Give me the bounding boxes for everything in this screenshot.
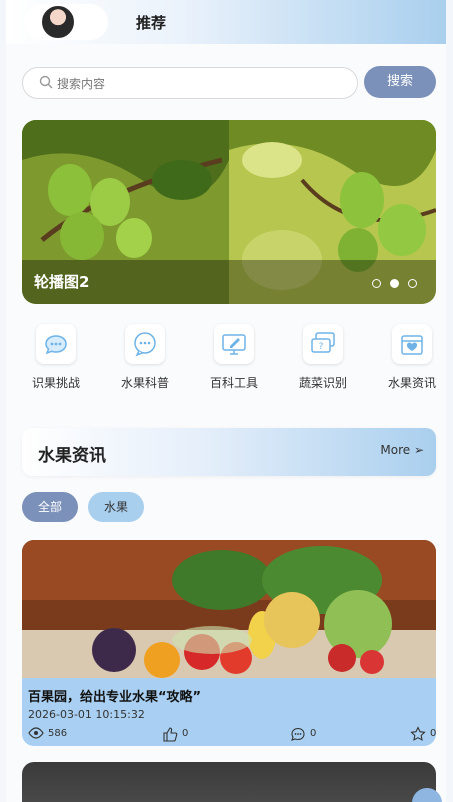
likes-stat[interactable]: 0	[162, 726, 202, 742]
favorites-count: 0	[430, 728, 436, 739]
chat-bubble-icon	[45, 335, 67, 355]
news-title: 百果园，给出专业水果“攻略”	[28, 690, 202, 705]
search-button[interactable]: 搜索	[364, 66, 436, 98]
monitor-edit-icon	[222, 334, 246, 355]
top-bar: 推荐	[6, 0, 446, 44]
star-icon	[410, 726, 426, 741]
news-image	[22, 540, 436, 678]
search-input[interactable]	[57, 74, 347, 94]
avatar[interactable]	[40, 4, 76, 40]
feature-encyclopedia[interactable]: 百科工具	[198, 322, 270, 392]
carousel-dot-3[interactable]	[408, 279, 417, 288]
carousel-dot-1[interactable]	[372, 279, 381, 288]
eye-icon	[28, 727, 44, 739]
search-box[interactable]	[22, 67, 358, 99]
svg-text:?: ?	[319, 342, 324, 352]
page-title: 推荐	[136, 14, 167, 32]
app-frame: 推荐 搜索 轮播图2	[6, 0, 446, 802]
likes-count: 0	[182, 728, 189, 739]
message-dots-icon	[134, 332, 156, 357]
search-icon	[39, 75, 53, 89]
feature-vegetable-recognition[interactable]: ? 蔬菜识别	[287, 322, 359, 392]
news-section-header: 水果资讯 More ➢	[22, 428, 436, 476]
comment-icon	[291, 727, 305, 741]
filter-chip-all[interactable]: 全部	[22, 492, 78, 522]
views-count: 586	[48, 728, 68, 739]
feature-label: 蔬菜识别	[298, 376, 347, 390]
more-link[interactable]: More ➢	[380, 443, 424, 457]
feature-label: 水果资讯	[387, 376, 436, 390]
feature-fruit-news[interactable]: 水果资讯	[376, 322, 446, 392]
comments-stat[interactable]: 0	[290, 726, 330, 742]
feature-fruit-challenge[interactable]: 识果挑战	[20, 322, 92, 392]
news-card-partial[interactable]	[22, 762, 436, 802]
filter-chip-fruit[interactable]: 水果	[88, 492, 144, 522]
feature-label: 识果挑战	[31, 376, 80, 390]
banner-caption: 轮播图2	[34, 273, 90, 291]
thumbs-up-icon	[163, 727, 178, 742]
favorites-stat[interactable]: 0	[410, 726, 436, 742]
feature-label: 百科工具	[209, 376, 258, 390]
question-chat-icon: ?	[311, 332, 335, 353]
news-date: 2026-03-01 10:15:32	[28, 708, 145, 721]
news-card[interactable]: 百果园，给出专业水果“攻略” 2026-03-01 10:15:32 586 0…	[22, 540, 436, 746]
feature-fruit-science[interactable]: 水果科普	[109, 322, 181, 392]
box-heart-icon	[401, 335, 423, 355]
banner-carousel[interactable]: 轮播图2	[22, 120, 436, 304]
views-stat: 586	[28, 726, 88, 742]
feature-row: 识果挑战 水果科普 百科工具 ? 蔬菜识别 水果资讯	[20, 322, 444, 392]
section-title: 水果资讯	[38, 446, 106, 466]
feature-label: 水果科普	[120, 376, 169, 390]
carousel-dot-2[interactable]	[390, 279, 399, 288]
comments-count: 0	[310, 728, 317, 739]
